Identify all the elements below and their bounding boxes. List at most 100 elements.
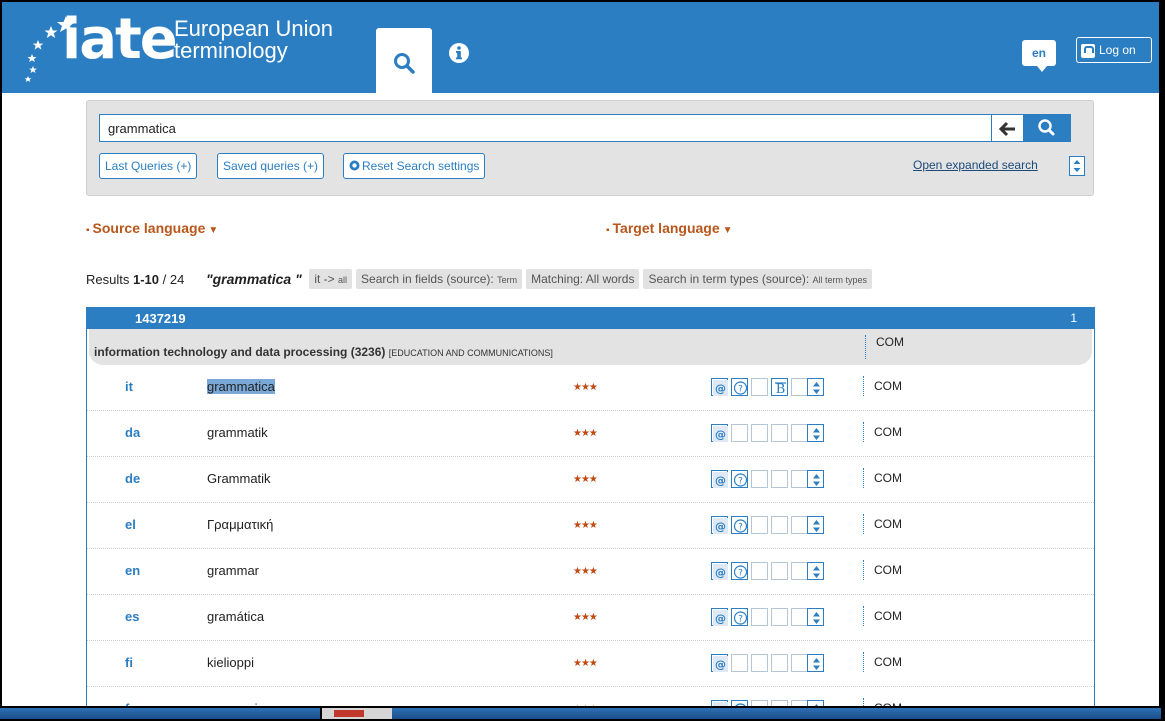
filter-tag-fields[interactable]: Search in fields (source): Term (356, 269, 523, 289)
info-icon[interactable] (448, 42, 470, 64)
svg-text:@: @ (715, 658, 726, 671)
expanded-search-toggle[interactable] (1069, 156, 1085, 176)
expanded-search-link[interactable]: Open expanded search (913, 158, 1038, 172)
results-total: / 24 (162, 271, 185, 287)
term-text[interactable]: kielioppi (207, 655, 254, 670)
term-reference: COM (863, 606, 902, 626)
email-contact-icon[interactable]: @ (711, 378, 728, 396)
empty-slot-icon (751, 424, 768, 442)
results-range: 1-10 (132, 271, 160, 287)
info-icon[interactable]: ? (731, 470, 748, 488)
svg-text:@: @ (715, 612, 726, 625)
term-language[interactable]: en (125, 563, 155, 578)
domain-name: information technology and data processi… (94, 345, 386, 359)
last-queries-button[interactable]: Last Queries (+) (99, 153, 198, 179)
tab-search[interactable] (376, 28, 432, 93)
term-language[interactable]: da (125, 425, 155, 440)
info-icon[interactable]: ? (731, 608, 748, 626)
info-icon[interactable]: ? (731, 562, 748, 580)
info-icon[interactable]: ? (731, 378, 748, 396)
results-prefix: Results (86, 271, 130, 287)
search-panel: Last Queries (+) Saved queries (+) Reset… (86, 100, 1094, 196)
term-reference: COM (863, 698, 902, 706)
empty-slot-icon (771, 516, 788, 534)
iate-logo[interactable]: iate (62, 10, 178, 70)
info-icon[interactable]: ? (731, 516, 748, 534)
svg-text:@: @ (715, 566, 726, 579)
caret-down-icon: ▼ (208, 225, 219, 236)
term-text[interactable]: Γραμματική (207, 517, 273, 532)
filter-tag-languages[interactable]: it -> all (309, 269, 353, 289)
search-input[interactable] (99, 114, 1071, 142)
term-text[interactable]: grammatik (207, 425, 268, 440)
svg-text:?: ? (738, 477, 743, 487)
term-row-fi: fi kielioppi ★★★ @ COM (87, 641, 1094, 687)
expand-toggle-icon[interactable] (807, 562, 824, 580)
svg-text:?: ? (738, 523, 743, 533)
expand-toggle-icon[interactable] (807, 608, 824, 626)
email-contact-icon[interactable]: @ (711, 608, 728, 626)
email-contact-icon[interactable]: @ (711, 654, 728, 672)
os-taskbar (0, 706, 1165, 721)
email-contact-icon[interactable]: @ (711, 424, 728, 442)
term-reference: COM (863, 652, 902, 672)
empty-slot-icon (731, 654, 748, 672)
tbx-icon[interactable]: B (771, 378, 788, 396)
term-reference: COM (863, 514, 902, 534)
clear-search-button[interactable] (991, 114, 1023, 142)
expand-toggle-icon[interactable] (807, 470, 824, 488)
search-icon (1038, 119, 1055, 136)
email-contact-icon[interactable]: @ (711, 516, 728, 534)
reliability-stars: ★★★ (573, 382, 598, 393)
entry-header[interactable]: 1437219 1 (87, 308, 1094, 329)
search-button[interactable] (1023, 114, 1071, 142)
tag-small: all (338, 275, 348, 285)
expand-toggle-icon[interactable] (807, 516, 824, 534)
term-text[interactable]: gramática (207, 609, 264, 624)
saved-queries-button[interactable]: Saved queries (+) (217, 153, 325, 179)
results-summary: Results 1-10 / 24 "grammatica " it -> al… (86, 269, 873, 293)
expand-toggle-icon[interactable] (807, 654, 824, 672)
email-contact-icon[interactable]: @ (711, 470, 728, 488)
reliability-stars: ★★★ (573, 474, 598, 485)
svg-text:B: B (776, 382, 786, 396)
empty-slot-icon (791, 608, 808, 626)
term-language[interactable]: de (125, 471, 155, 486)
empty-slot-icon (791, 424, 808, 442)
taskbar-start-area[interactable] (0, 708, 320, 719)
term-text[interactable]: grammar (207, 563, 259, 578)
tag-text: it -> (314, 272, 339, 286)
reset-icon (349, 160, 360, 171)
empty-slot-icon (771, 608, 788, 626)
term-text[interactable]: Grammatik (207, 471, 271, 486)
expand-toggle-icon[interactable] (807, 378, 824, 396)
search-icon (394, 53, 415, 74)
expand-toggle-icon[interactable] (807, 424, 824, 442)
reset-search-button[interactable]: Reset Search settings (343, 153, 486, 179)
entry-id[interactable]: 1437219 (135, 311, 186, 326)
term-language[interactable]: el (125, 517, 155, 532)
term-text[interactable]: grammatica (207, 379, 275, 394)
empty-slot-icon (791, 562, 808, 580)
arrow-left-icon (998, 121, 1015, 137)
empty-slot-icon (751, 378, 768, 396)
email-contact-icon[interactable]: @ (711, 562, 728, 580)
reset-label: Reset Search settings (362, 159, 480, 173)
target-language-dropdown[interactable]: ▪ Target language ▼ (606, 220, 733, 236)
empty-slot-icon (771, 470, 788, 488)
term-reference: COM (863, 468, 902, 488)
reliability-stars: ★★★ (573, 428, 598, 439)
term-row-el: el Γραμματική ★★★ @? COM (87, 503, 1094, 549)
entry-count: 1 (1070, 311, 1077, 325)
svg-text:?: ? (738, 569, 743, 579)
empty-slot-icon (771, 654, 788, 672)
filter-tag-matching[interactable]: Matching: All words (526, 269, 640, 289)
language-selector[interactable]: en (1022, 40, 1056, 72)
term-language[interactable]: fi (125, 655, 155, 670)
filter-tag-term-types[interactable]: Search in term types (source): All term … (643, 269, 873, 289)
term-language[interactable]: it (125, 379, 155, 394)
login-button[interactable]: Log on (1076, 37, 1152, 63)
source-language-dropdown[interactable]: ▪ Source language ▼ (86, 220, 218, 236)
term-language[interactable]: es (125, 609, 155, 624)
reliability-stars: ★★★ (573, 520, 598, 531)
